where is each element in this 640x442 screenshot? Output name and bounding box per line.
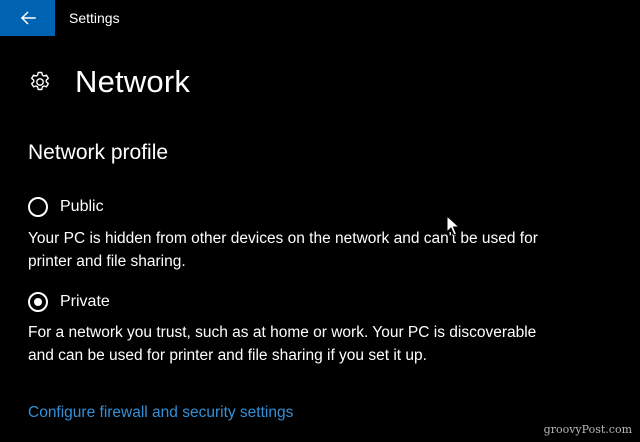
back-button[interactable]	[0, 0, 55, 36]
radio-button-private[interactable]	[28, 292, 48, 312]
radio-label-public: Public	[60, 198, 104, 215]
mouse-cursor-icon	[446, 215, 460, 236]
radio-public[interactable]: Public	[28, 195, 104, 219]
public-description: Your PC is hidden from other devices on …	[28, 230, 538, 270]
radio-private[interactable]: Private	[28, 290, 110, 314]
page-header: Network	[28, 62, 190, 102]
title-bar: Settings	[0, 0, 640, 36]
section-heading: Network profile	[28, 141, 169, 164]
radio-button-public[interactable]	[28, 197, 48, 217]
page-title: Network	[75, 64, 191, 99]
private-description: For a network you trust, such as at home…	[28, 324, 537, 364]
radio-label-private: Private	[60, 293, 110, 310]
window-title: Settings	[69, 10, 120, 26]
watermark-logo: groovyPost.com	[543, 423, 632, 436]
arrow-left-icon	[20, 11, 36, 25]
gear-icon	[31, 71, 49, 91]
firewall-settings-link[interactable]: Configure firewall and security settings	[28, 403, 293, 423]
